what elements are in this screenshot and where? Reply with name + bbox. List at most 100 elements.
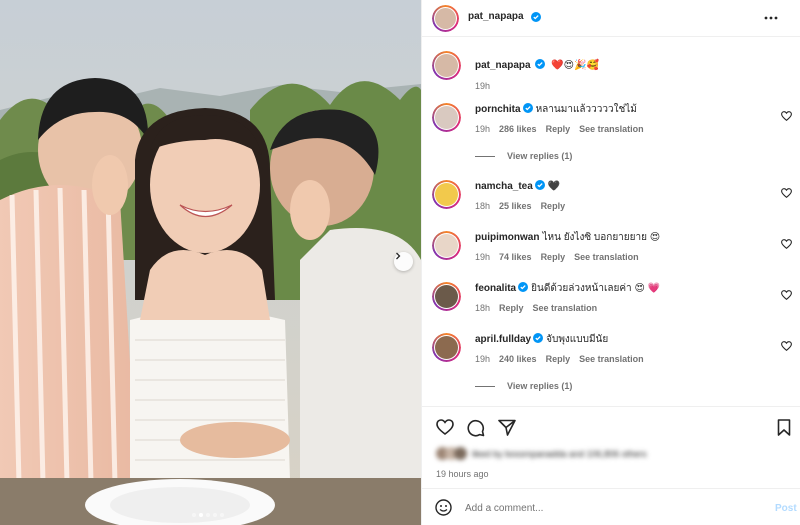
comment-like-heart-icon[interactable] <box>781 188 792 198</box>
avatar-image <box>435 183 458 206</box>
comment-row: feonalita ยินดีด้วยล่วงหน้าเลยค่า 😍 💗 18h R… <box>432 282 792 322</box>
caption: pat_napapa ❤️😍🎉🥰 19h <box>432 51 792 91</box>
post-time-ago: 19 hours ago <box>436 469 489 479</box>
verified-badge-icon <box>533 333 544 343</box>
comment-meta: 18h Reply See translation <box>475 303 606 313</box>
commenter-avatar[interactable] <box>432 180 461 209</box>
more-options-icon[interactable] <box>764 13 778 23</box>
avatar-image <box>435 106 458 129</box>
reply-button[interactable]: Reply <box>541 252 566 262</box>
comment-body: ไหน ยังไงซิ บอกยายยาย 😍 <box>542 232 661 243</box>
commenter-avatar[interactable] <box>432 103 461 132</box>
comment-time: 18h <box>475 303 491 313</box>
comment-icon[interactable] <box>467 419 485 437</box>
comment-text: puipimonwan ไหน ยังไงซิ บอกยายยาย 😍 <box>475 231 660 244</box>
comment-like-heart-icon[interactable] <box>781 111 792 121</box>
smiley-icon[interactable] <box>435 499 452 516</box>
author-username[interactable]: pat_napapa <box>468 11 524 22</box>
chevron-right-icon <box>396 252 401 260</box>
comment-time: 19h <box>475 124 491 134</box>
avatar-image <box>435 234 458 257</box>
carousel-dot <box>206 513 210 517</box>
caption-time: 19h <box>475 81 491 91</box>
caption-body: ❤️😍🎉🥰 <box>551 60 599 71</box>
commenter-username[interactable]: pornchita <box>475 104 521 115</box>
photo-illustration <box>0 0 421 525</box>
comment-time: 18h <box>475 201 491 211</box>
reply-button[interactable]: Reply <box>546 354 571 364</box>
comment-time: 19h <box>475 252 491 262</box>
caption-username[interactable]: pat_napapa <box>475 60 531 71</box>
commenter-avatar[interactable] <box>432 231 461 260</box>
verified-badge-icon <box>522 103 533 113</box>
commenter-username[interactable]: namcha_tea <box>475 181 533 192</box>
comment-row: namcha_tea 🖤 18h 25 likes Reply <box>432 180 792 220</box>
commenter-username[interactable]: april.fullday <box>475 334 531 345</box>
liker-avatars <box>436 447 468 460</box>
carousel-dot <box>199 513 203 517</box>
post-header: pat_napapa <box>422 0 800 37</box>
verified-badge-icon <box>535 59 546 69</box>
reply-button[interactable]: Reply <box>541 201 566 211</box>
avatar-image <box>435 285 458 308</box>
comment-body: จับพุงแบบมีนัย <box>546 334 609 345</box>
comment-body: หลานมาแล้วววววใช่ไม้ <box>535 104 637 115</box>
view-replies-button[interactable]: View replies (1) <box>475 151 572 161</box>
verified-badge-icon <box>518 282 529 292</box>
comment-text: feonalita ยินดีด้วยล่วงหน้าเลยค่า 😍 💗 <box>475 282 660 295</box>
send-icon[interactable] <box>498 419 516 436</box>
comment-meta: 19h 74 likes Reply See translation <box>475 252 648 262</box>
add-comment-bar: Post <box>422 488 800 525</box>
carousel-dot <box>192 513 196 517</box>
post-details-panel: pat_napapa pat_napapa ❤️😍🎉🥰 19h pornchit… <box>421 0 800 525</box>
see-translation-button[interactable]: See translation <box>533 303 598 313</box>
author-avatar[interactable] <box>432 5 459 32</box>
reply-button[interactable]: Reply <box>499 303 524 313</box>
see-translation-button[interactable]: See translation <box>579 124 644 134</box>
comment-text: pornchita หลานมาแล้วววววใช่ไม้ <box>475 103 637 116</box>
caption-text: pat_napapa ❤️😍🎉🥰 <box>475 59 599 72</box>
comment-like-heart-icon[interactable] <box>781 290 792 300</box>
comment-body: 🖤 <box>547 181 561 192</box>
comment-like-heart-icon[interactable] <box>781 341 792 351</box>
post-photo[interactable] <box>0 0 421 525</box>
comment-likes[interactable]: 74 likes <box>499 252 532 262</box>
comments-list: pat_napapa ❤️😍🎉🥰 19h pornchita หลานมาแล้ว… <box>422 37 800 406</box>
comment-row: puipimonwan ไหน ยังไงซิ บอกยายยาย 😍 19h 74 … <box>432 231 792 271</box>
comment-meta: 19h 240 likes Reply See translation <box>475 354 653 364</box>
caption-author-avatar[interactable] <box>432 51 461 80</box>
comment-text: april.fullday จับพุงแบบมีนัย <box>475 333 608 346</box>
caption-meta: 19h <box>475 81 499 91</box>
carousel-next-button[interactable] <box>394 252 413 271</box>
comment-likes[interactable]: 286 likes <box>499 124 537 134</box>
bookmark-icon[interactable] <box>777 419 791 436</box>
commenter-avatar[interactable] <box>432 282 461 311</box>
comment-input[interactable] <box>465 499 755 517</box>
liked-by-text: liked by bossmpanadda and 106,806 others <box>472 448 647 459</box>
comment-meta: 19h 286 likes Reply See translation <box>475 124 653 134</box>
comment-row: pornchita หลานมาแล้วววววใช่ไม้ 19h 286 like… <box>432 103 792 165</box>
carousel-dot <box>213 513 217 517</box>
comment-meta: 18h 25 likes Reply <box>475 201 574 211</box>
comment-likes[interactable]: 25 likes <box>499 201 532 211</box>
comment-likes[interactable]: 240 likes <box>499 354 537 364</box>
liked-by[interactable]: liked by bossmpanadda and 106,806 others <box>436 447 647 460</box>
carousel-dot <box>220 513 224 517</box>
heart-icon[interactable] <box>436 419 454 435</box>
comment-time: 19h <box>475 354 491 364</box>
comment-like-heart-icon[interactable] <box>781 239 792 249</box>
verified-badge-icon <box>534 180 545 190</box>
post-comment-button[interactable]: Post <box>775 503 797 514</box>
instagram-post-modal: pat_napapa pat_napapa ❤️😍🎉🥰 19h pornchit… <box>0 0 800 525</box>
see-translation-button[interactable]: See translation <box>579 354 644 364</box>
commenter-username[interactable]: puipimonwan <box>475 232 539 243</box>
view-replies-button[interactable]: View replies (1) <box>475 381 572 391</box>
commenter-username[interactable]: feonalita <box>475 283 516 294</box>
view-replies-label: View replies (1) <box>507 151 573 161</box>
comment-body: ยินดีด้วยล่วงหน้าเลยค่า 😍 💗 <box>531 283 661 294</box>
action-bar: liked by bossmpanadda and 106,806 others… <box>422 406 800 486</box>
carousel-indicator <box>192 513 224 517</box>
see-translation-button[interactable]: See translation <box>574 252 639 262</box>
commenter-avatar[interactable] <box>432 333 461 362</box>
reply-button[interactable]: Reply <box>546 124 571 134</box>
